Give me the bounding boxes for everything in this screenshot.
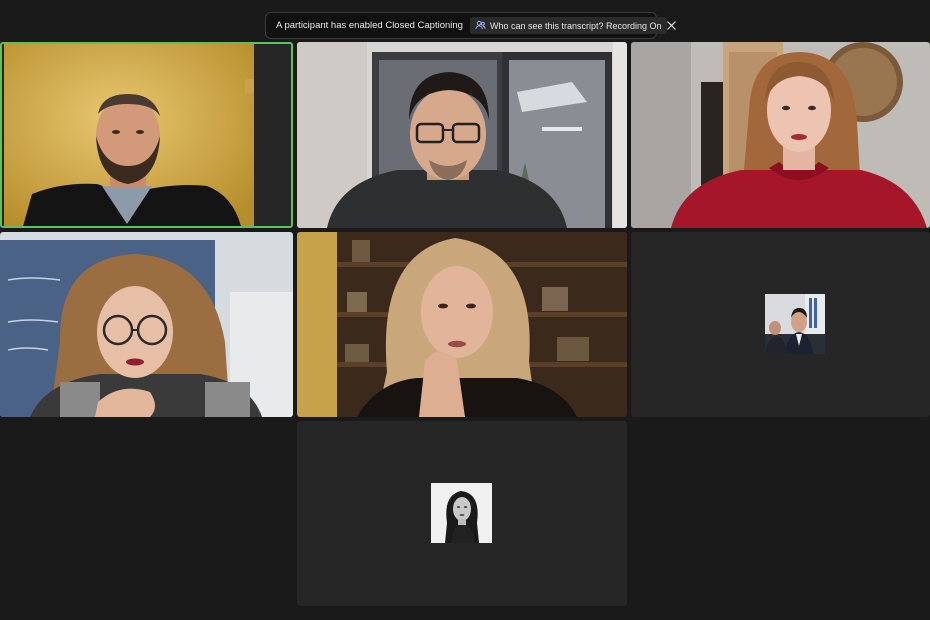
participant-video-1 <box>2 44 291 226</box>
participant-tile-5[interactable] <box>297 232 627 417</box>
notification-message: A participant has enabled Closed Caption… <box>276 20 463 31</box>
close-icon <box>666 21 676 30</box>
participant-video-5 <box>297 232 627 417</box>
participant-tile-6[interactable] <box>631 232 930 417</box>
participant-avatar-7 <box>431 483 492 543</box>
participant-tile-1[interactable] <box>0 42 293 228</box>
closed-caption-notification: A participant has enabled Closed Caption… <box>265 12 676 39</box>
participant-tile-4[interactable] <box>0 232 293 417</box>
people-icon <box>475 20 486 31</box>
transcript-chip-label: Who can see this transcript? Recording O… <box>489 20 662 31</box>
meeting-stage: A participant has enabled Closed Caption… <box>0 0 930 620</box>
participant-avatar-6 <box>765 294 825 354</box>
participant-tile-2[interactable] <box>297 42 627 228</box>
participant-video-4 <box>0 232 293 417</box>
transcript-info-button[interactable]: Who can see this transcript? Recording O… <box>469 17 667 34</box>
participant-video-3 <box>631 42 930 228</box>
participant-tile-7[interactable] <box>297 421 627 606</box>
participant-video-2 <box>297 42 627 228</box>
participant-tile-3[interactable] <box>631 42 930 228</box>
close-notification-button[interactable] <box>666 19 676 33</box>
